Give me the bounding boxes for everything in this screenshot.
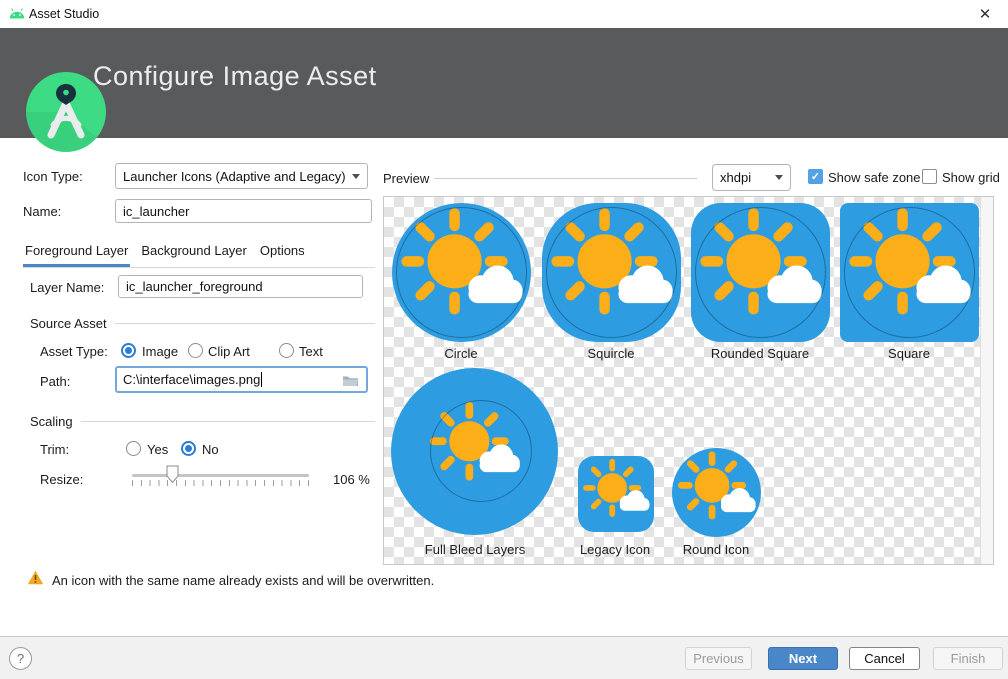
- resize-value: 106 %: [333, 472, 370, 487]
- show-safe-zone-label[interactable]: Show safe zone: [828, 170, 921, 185]
- show-grid-label[interactable]: Show grid: [942, 170, 1000, 185]
- show-grid-checkbox[interactable]: [922, 169, 937, 184]
- wizard-header: Configure Image Asset: [0, 28, 1008, 138]
- shape-label: Round Icon: [683, 542, 750, 557]
- asset-type-radio-image[interactable]: [121, 343, 136, 358]
- asset-type-clipart-label[interactable]: Clip Art: [208, 344, 250, 359]
- trim-radio-no[interactable]: [181, 441, 196, 456]
- path-value: C:\interface\images.png: [123, 372, 260, 387]
- layer-name-label: Layer Name:: [30, 280, 104, 295]
- android-logo-icon: [8, 7, 26, 25]
- close-icon[interactable]: ✕: [962, 0, 1008, 28]
- asset-type-label: Asset Type:: [40, 344, 108, 359]
- warning-text: An icon with the same name already exist…: [52, 573, 434, 588]
- previous-button[interactable]: Previous: [685, 647, 752, 670]
- footer-bar: ? Previous Next Cancel Finish: [0, 636, 1008, 679]
- tab-foreground-layer[interactable]: Foreground Layer: [23, 240, 130, 267]
- shape-label: Legacy Icon: [580, 542, 650, 557]
- trim-yes-label[interactable]: Yes: [147, 442, 168, 457]
- section-divider: [115, 323, 375, 324]
- scaling-section-header: Scaling: [30, 414, 375, 429]
- shape-label: Rounded Square: [711, 346, 809, 361]
- help-icon[interactable]: ?: [9, 647, 32, 670]
- cancel-button[interactable]: Cancel: [849, 647, 920, 670]
- resize-slider-thumb[interactable]: [166, 465, 179, 489]
- tab-background-layer[interactable]: Background Layer: [139, 240, 249, 267]
- shape-label: Full Bleed Layers: [425, 542, 525, 557]
- tab-options[interactable]: Options: [258, 240, 307, 267]
- shape-label: Squircle: [588, 346, 635, 361]
- window-title: Asset Studio: [29, 7, 99, 21]
- density-value: xhdpi: [720, 170, 751, 185]
- preview-icon-round: [672, 448, 761, 537]
- path-input[interactable]: C:\interface\images.png: [115, 366, 368, 393]
- resize-slider-track[interactable]: [132, 474, 309, 477]
- warning-row: An icon with the same name already exist…: [27, 570, 434, 590]
- path-label: Path:: [40, 374, 70, 389]
- section-divider: [81, 421, 375, 422]
- finish-button[interactable]: Finish: [933, 647, 1003, 670]
- scaling-title: Scaling: [30, 414, 73, 429]
- warning-icon: [27, 570, 44, 590]
- name-value: ic_launcher: [123, 204, 190, 219]
- show-safe-zone-checkbox[interactable]: ✓: [808, 169, 823, 184]
- trim-label: Trim:: [40, 442, 69, 457]
- asset-type-radio-clipart[interactable]: [188, 343, 203, 358]
- preview-icon-square: [840, 203, 979, 342]
- name-label: Name:: [23, 204, 61, 219]
- asset-type-text-label[interactable]: Text: [299, 344, 323, 359]
- resize-label: Resize:: [40, 472, 83, 487]
- asset-type-radio-text[interactable]: [279, 343, 294, 358]
- source-asset-title: Source Asset: [30, 316, 107, 331]
- chevron-down-icon: [775, 175, 783, 180]
- layer-tabs: Foreground Layer Background Layer Option…: [23, 240, 375, 268]
- preview-icon-circle: [392, 203, 531, 342]
- preview-scrollbar[interactable]: [980, 197, 993, 564]
- page-title: Configure Image Asset: [93, 61, 377, 92]
- density-select[interactable]: xhdpi: [712, 164, 791, 191]
- preview-icon-squircle: [542, 203, 681, 342]
- preview-icon-full-bleed: [391, 368, 558, 535]
- title-bar: Asset Studio ✕: [0, 0, 1008, 28]
- preview-title: Preview: [383, 171, 429, 186]
- source-asset-section-header: Source Asset: [30, 316, 375, 331]
- asset-studio-dialog: Asset Studio ✕ Configure Image Asset Ico…: [0, 0, 1008, 679]
- resize-slider-ticks: [132, 480, 310, 486]
- shape-label: Square: [888, 346, 930, 361]
- layer-name-value: ic_launcher_foreground: [126, 279, 263, 294]
- icon-type-label: Icon Type:: [23, 169, 83, 184]
- preview-icon-legacy: [578, 456, 654, 532]
- trim-no-label[interactable]: No: [202, 442, 219, 457]
- asset-type-image-label[interactable]: Image: [142, 344, 178, 359]
- preview-icon-rounded-square: [691, 203, 830, 342]
- shape-label: Circle: [444, 346, 477, 361]
- trim-radio-yes[interactable]: [126, 441, 141, 456]
- icon-type-select[interactable]: Launcher Icons (Adaptive and Legacy): [115, 163, 368, 189]
- icon-type-value: Launcher Icons (Adaptive and Legacy): [123, 169, 346, 184]
- layer-name-input[interactable]: ic_launcher_foreground: [118, 275, 363, 298]
- preview-divider: [434, 178, 697, 179]
- name-input[interactable]: ic_launcher: [115, 199, 372, 223]
- checkmark-icon: ✓: [811, 170, 820, 183]
- folder-browse-icon[interactable]: [342, 374, 359, 390]
- next-button[interactable]: Next: [768, 647, 838, 670]
- chevron-down-icon: [352, 174, 360, 179]
- preview-area: Circle Squircle Rounded Square Square Fu…: [383, 196, 994, 565]
- text-cursor: [261, 372, 262, 387]
